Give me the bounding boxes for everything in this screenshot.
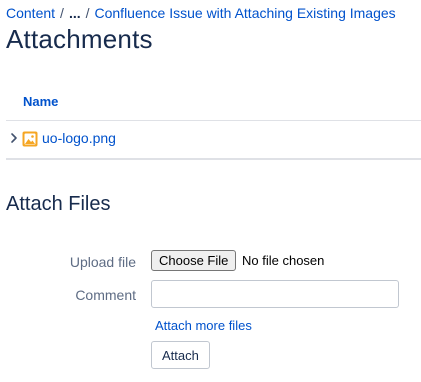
attach-files-heading: Attach Files (6, 193, 111, 215)
chevron-right-icon[interactable] (9, 131, 19, 145)
file-status-text: No file chosen (242, 253, 325, 268)
comment-label: Comment (75, 287, 136, 303)
upload-file-label: Upload file (69, 254, 136, 270)
comment-input[interactable] (151, 280, 399, 308)
name-column-header[interactable]: Name (23, 94, 58, 109)
breadcrumb-ellipsis-button[interactable]: ... (69, 5, 81, 21)
breadcrumb: Content / ... / Confluence Issue with At… (6, 5, 396, 21)
breadcrumb-separator: / (85, 5, 90, 21)
attachment-file-link[interactable]: uo-logo.png (42, 130, 116, 146)
attach-more-files-link[interactable]: Attach more files (155, 318, 252, 333)
choose-file-button[interactable]: Choose File (151, 250, 237, 271)
table-row: uo-logo.png (6, 121, 421, 160)
breadcrumb-separator: / (60, 5, 64, 21)
breadcrumb-content-link[interactable]: Content (6, 5, 55, 21)
attach-button[interactable]: Attach (151, 341, 210, 369)
page-title: Attachments (6, 24, 153, 54)
image-file-icon (22, 131, 38, 147)
breadcrumb-page-link[interactable]: Confluence Issue with Attaching Existing… (95, 5, 396, 21)
attachments-table-header: Name (6, 86, 421, 121)
